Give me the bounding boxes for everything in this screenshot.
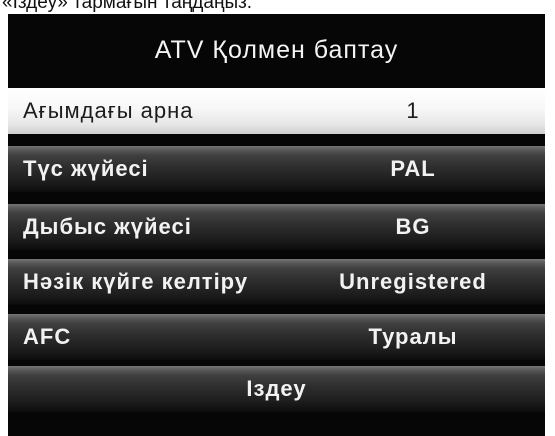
menu-item-value: PAL	[390, 156, 436, 181]
menu-item-color-system[interactable]: Түс жүйесі PAL	[8, 146, 545, 192]
menu-item-label: Іздеу	[246, 376, 307, 401]
menu-item-value: Unregistered	[339, 269, 487, 294]
menu-item-label: Нәзік күйге келтіру	[23, 269, 249, 294]
menu-item-label: Ағымдағы арна	[23, 98, 194, 123]
menu-item-current-channel[interactable]: Ағымдағы арна 1	[8, 88, 545, 134]
tv-menu-screen: ATV Қолмен баптау Ағымдағы арна 1 Түс жү…	[8, 14, 545, 436]
menu-title: ATV Қолмен баптау	[154, 35, 399, 64]
menu-item-value: 1	[406, 98, 420, 123]
menu-item-label: Дыбыс жүйесі	[23, 214, 192, 239]
menu-item-label: Түс жүйесі	[23, 156, 149, 181]
instruction-caption: «Іздеу» тармағын таңдаңыз.	[2, 0, 253, 13]
menu-item-value: Туралы	[368, 324, 458, 349]
menu-item-sound-system[interactable]: Дыбыс жүйесі BG	[8, 204, 545, 250]
menu-item-afc[interactable]: AFC Туралы	[8, 314, 545, 360]
menu-item-label: AFC	[23, 324, 72, 349]
menu-item-value: BG	[395, 214, 431, 239]
menu-item-search[interactable]: Іздеу	[8, 366, 545, 412]
page: «Іздеу» тармағын таңдаңыз. ATV Қолмен ба…	[0, 0, 555, 436]
menu-item-fine-tune[interactable]: Нәзік күйге келтіру Unregistered	[8, 259, 545, 305]
